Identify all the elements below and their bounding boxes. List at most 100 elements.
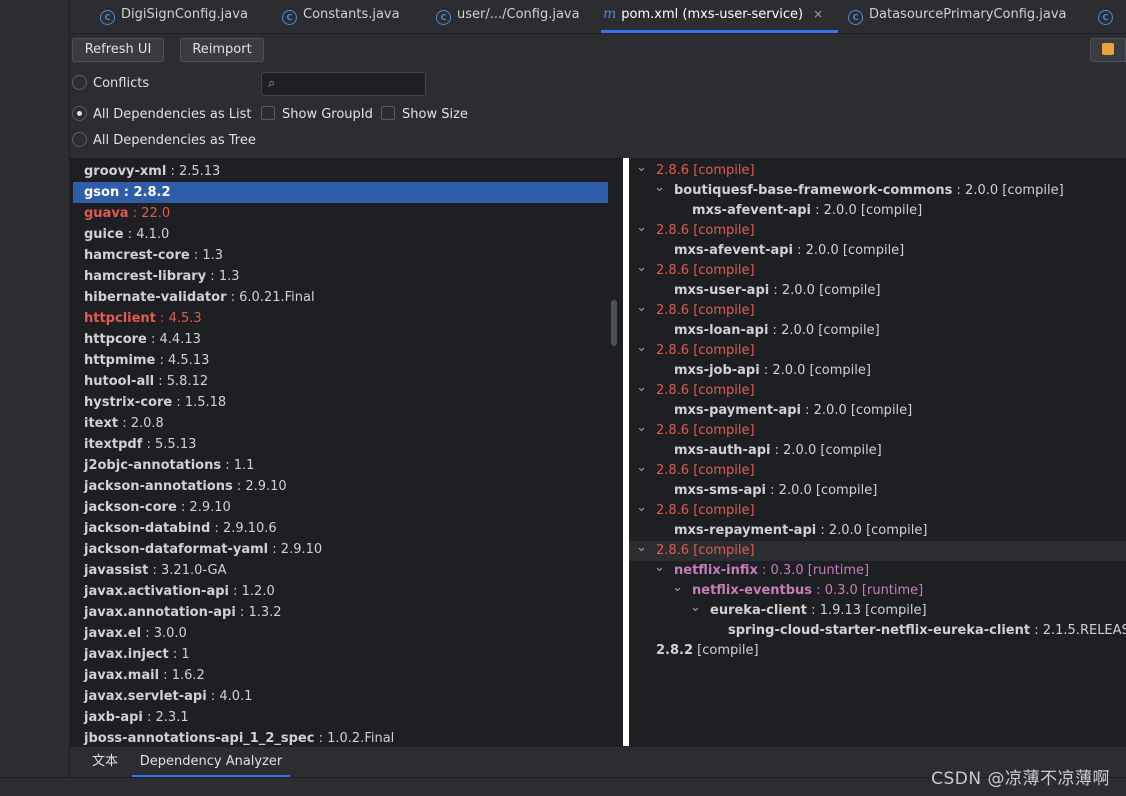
tree-node[interactable]: mxs-afevent-api : 2.0.0 [compile] [629,201,1126,221]
chevron-down-icon[interactable]: ⌄ [636,158,647,178]
tree-node[interactable]: mxs-auth-api : 2.0.0 [compile] [629,441,1126,461]
checkbox-icon [381,106,395,120]
list-item[interactable]: groovy-xml : 2.5.13 [73,161,608,182]
list-item[interactable]: httpclient : 4.5.3 [73,308,608,329]
tree-node[interactable]: mxs-payment-api : 2.0.0 [compile] [629,401,1126,421]
tree-node[interactable]: ⌄ boutiquesf-base-framework-commons : 2.0… [629,178,1126,201]
tree-node[interactable]: mxs-loan-api : 2.0.0 [compile] [629,321,1126,341]
editor-tab[interactable]: Cuser/.../Config.java [434,0,586,33]
tree-node[interactable]: ⌄ 2.8.6 [compile] [629,338,1126,361]
dependency-name: httpclient [84,311,156,326]
bottom-tab[interactable]: 文本 [82,747,128,775]
list-item[interactable]: jackson-databind : 2.9.10.6 [73,518,608,539]
refresh-ui-button[interactable]: Refresh UI [72,38,164,62]
chevron-down-icon[interactable]: ⌄ [690,598,701,618]
reimport-button[interactable]: Reimport [180,38,264,62]
tree-node[interactable]: spring-cloud-starter-netflix-eureka-clie… [629,621,1126,641]
tree-node[interactable]: mxs-repayment-api : 2.0.0 [compile] [629,521,1126,541]
bottom-tab[interactable]: Dependency Analyzer [132,747,290,778]
tree-node[interactable]: ⌄ 2.8.6 [compile] [629,258,1126,281]
maven-tool-button[interactable] [1090,38,1126,62]
tree-node[interactable]: ⌄ netflix-infix : 0.3.0 [runtime] [629,558,1126,581]
list-item[interactable]: jackson-dataformat-yaml : 2.9.10 [73,539,608,560]
tree-node[interactable]: ⌄ 2.8.6 [compile] [629,498,1126,521]
version-separator: : [816,523,829,538]
tree-node[interactable]: ⌄ 2.8.6 [compile] [629,218,1126,241]
chevron-down-icon[interactable]: ⌄ [636,378,647,398]
chevron-down-icon[interactable]: ⌄ [636,538,647,558]
list-item[interactable]: guice : 4.1.0 [73,224,608,245]
tree-node[interactable]: mxs-sms-api : 2.0.0 [compile] [629,481,1126,501]
list-item[interactable]: hutool-all : 5.8.12 [73,371,608,392]
list-item[interactable]: jackson-annotations : 2.9.10 [73,476,608,497]
chevron-down-icon[interactable]: ⌄ [636,338,647,358]
search-box[interactable]: ⌕ [261,72,426,96]
version-separator: : [119,185,134,200]
tree-node[interactable]: ⌄ 2.8.6 [compile] [629,378,1126,401]
list-item[interactable]: httpmime : 4.5.13 [73,350,608,371]
chevron-down-icon[interactable]: ⌄ [654,178,665,198]
chevron-down-icon[interactable]: ⌄ [654,558,665,578]
list-item[interactable]: guava : 22.0 [73,203,608,224]
tree-node[interactable]: mxs-afevent-api : 2.0.0 [compile] [629,241,1126,261]
tree-node-text: 2.8.6 [compile] [656,221,755,241]
list-scrollbar[interactable] [611,300,617,346]
tree-node[interactable]: ⌄ eureka-client : 1.9.13 [compile] [629,598,1126,621]
list-item[interactable]: gson : 2.8.2 [73,182,608,203]
tree-node[interactable]: ⌄ 2.8.6 [compile] [629,458,1126,481]
chevron-down-icon[interactable]: ⌄ [636,298,647,318]
dependency-version: 2.8.6 [compile] [656,303,755,318]
list-item[interactable]: hamcrest-core : 1.3 [73,245,608,266]
list-item[interactable]: javax.el : 3.0.0 [73,623,608,644]
list-item[interactable]: itext : 2.0.8 [73,413,608,434]
list-item[interactable]: javax.inject : 1 [73,644,608,665]
close-icon[interactable]: × [813,7,823,21]
editor-tab-bar: C DigiSignConfig.java C Constants.java Cuser… [70,0,1126,34]
list-item[interactable]: jboss-annotations-api_1_2_spec : 1.0.2.F… [73,728,608,746]
editor-tab[interactable]: C DigiSignConfig.java [98,0,268,33]
editor-tab[interactable]: C DatasourcePrimaryConfig.java [846,0,1076,33]
editor-tab[interactable]: m pom.xml (mxs-user-service) × [601,0,838,33]
version-separator: : [141,626,154,641]
chevron-down-icon[interactable]: ⌄ [636,258,647,278]
tree-node[interactable]: 2.8.2 [compile] [629,641,1126,661]
list-item[interactable]: javassist : 3.21.0-GA [73,560,608,581]
mode-conflicts-radio[interactable]: Conflicts [72,74,149,94]
chevron-down-icon[interactable]: ⌄ [636,498,647,518]
show-groupid-checkbox[interactable]: Show GroupId [261,105,373,125]
tree-node-text: mxs-repayment-api : 2.0.0 [compile] [674,521,927,541]
list-item[interactable]: javax.mail : 1.6.2 [73,665,608,686]
class-icon[interactable]: C [1098,0,1119,33]
list-item[interactable]: j2objc-annotations : 1.1 [73,455,608,476]
tree-node[interactable]: ⌄ 2.8.6 [compile] [629,418,1126,441]
tree-node[interactable]: mxs-user-api : 2.0.0 [compile] [629,281,1126,301]
list-item[interactable]: javax.activation-api : 1.2.0 [73,581,608,602]
tree-node[interactable]: ⌄ 2.8.6 [compile] [629,298,1126,321]
dependency-version: 2.8.6 [compile] [656,263,755,278]
list-item[interactable]: hibernate-validator : 6.0.21.Final [73,287,608,308]
show-size-checkbox[interactable]: Show Size [381,105,468,125]
tree-node[interactable]: ⌄ 2.8.6 [compile] [629,158,1126,181]
version-separator: : [155,353,169,368]
list-item[interactable]: javax.servlet-api : 4.0.1 [73,686,608,707]
list-item[interactable]: hamcrest-library : 1.3 [73,266,608,287]
list-item[interactable]: hystrix-core : 1.5.18 [73,392,608,413]
chevron-down-icon[interactable]: ⌄ [672,578,683,598]
editor-tab[interactable]: C Constants.java [280,0,420,33]
mode-list-radio[interactable]: All Dependencies as List [72,105,252,125]
list-item[interactable]: jaxb-api : 2.3.1 [73,707,608,728]
list-item[interactable]: jackson-core : 2.9.10 [73,497,608,518]
mode-tree-radio[interactable]: All Dependencies as Tree [72,131,256,151]
tree-node[interactable]: ⌄ netflix-eventbus : 0.3.0 [runtime] [629,578,1126,601]
chevron-down-icon[interactable]: ⌄ [636,218,647,238]
list-item[interactable]: httpcore : 4.4.13 [73,329,608,350]
tree-node[interactable]: mxs-job-api : 2.0.0 [compile] [629,361,1126,381]
dependency-name: mxs-afevent-api [692,203,811,218]
chevron-down-icon[interactable]: ⌄ [636,418,647,438]
search-input[interactable] [288,75,422,93]
list-item[interactable]: itextpdf : 5.5.13 [73,434,608,455]
version-separator: : [142,437,156,452]
list-item[interactable]: javax.annotation-api : 1.3.2 [73,602,608,623]
chevron-down-icon[interactable]: ⌄ [636,458,647,478]
tree-node[interactable]: ⌄ 2.8.6 [compile] [629,538,1126,561]
